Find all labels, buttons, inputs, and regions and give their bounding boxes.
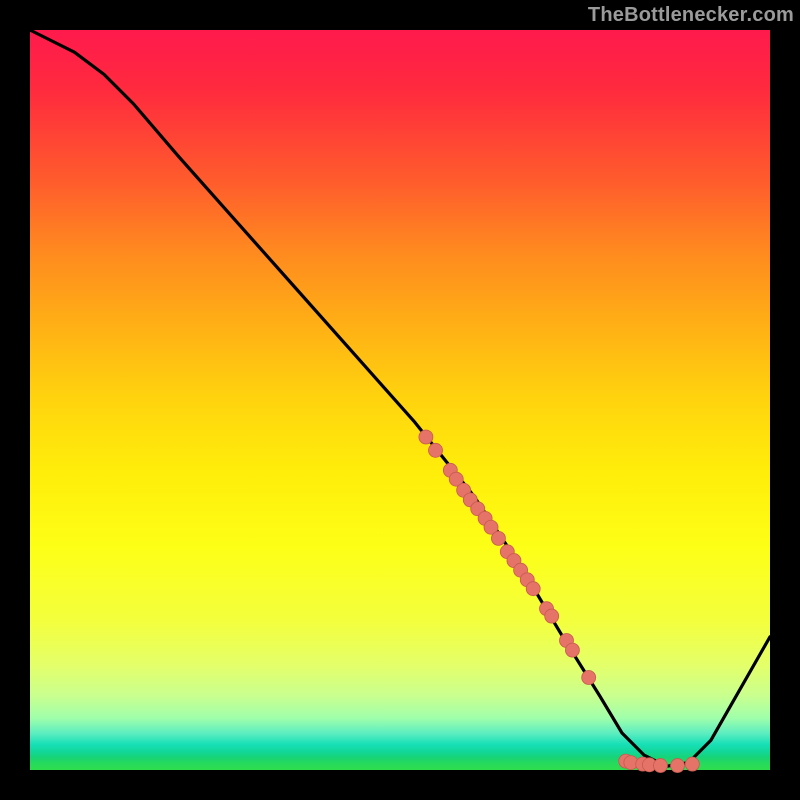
data-marker xyxy=(526,582,540,596)
data-marker xyxy=(671,759,685,773)
data-marker xyxy=(419,430,433,444)
data-marker xyxy=(685,757,699,771)
watermark-text: TheBottlenecker.com xyxy=(588,4,794,27)
data-markers xyxy=(419,430,699,773)
data-marker xyxy=(653,759,667,773)
data-marker xyxy=(582,671,596,685)
data-marker xyxy=(545,609,559,623)
plot-svg xyxy=(30,30,770,770)
data-marker xyxy=(491,531,505,545)
plot-area xyxy=(30,30,770,770)
data-marker xyxy=(565,643,579,657)
bottleneck-curve xyxy=(30,30,770,766)
data-marker xyxy=(429,443,443,457)
chart-stage: TheBottlenecker.com xyxy=(0,0,800,800)
